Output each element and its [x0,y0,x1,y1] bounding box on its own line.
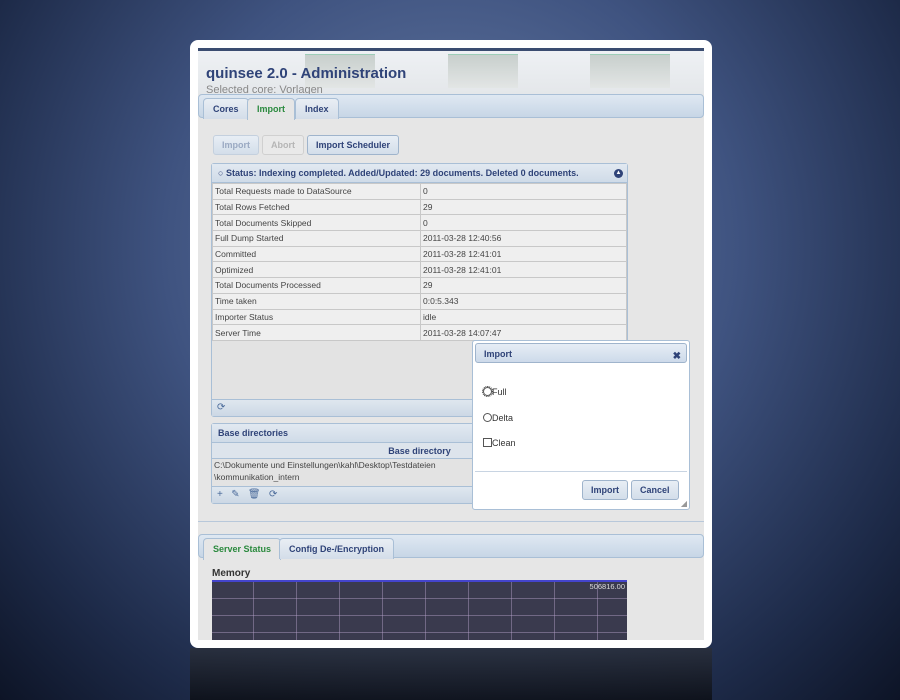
memory-chart: 506816.00 [212,580,627,640]
row-label: Time taken [212,292,421,310]
table-row: Importer Status idle [212,308,627,326]
checkbox-clean[interactable] [483,438,492,447]
row-value: 0 [420,183,627,200]
radio-delta[interactable] [483,413,492,422]
main-tabbar: Cores Import Index [198,94,704,120]
banner-photo [448,54,518,88]
row-value: 0:0:5.343 [420,292,627,310]
status-table: Total Requests made to DataSource 0 Total … [212,183,627,341]
row-label: Total Requests made to DataSource [212,183,421,200]
status-icon: ○ [218,168,226,178]
row-value: 2011-03-28 14:07:47 [420,324,627,341]
table-row: Server Time 2011-03-28 14:07:47 [212,324,627,341]
tab-cores[interactable]: Cores [203,98,249,119]
option-label: Clean [492,438,516,448]
bottom-tabbar: Server Status Config De-/Encryption [198,534,704,560]
close-icon[interactable]: ✖ [673,347,681,367]
memory-title: Memory [212,568,251,579]
resize-handle[interactable]: ◢ [681,499,687,508]
table-row: Total Requests made to DataSource 0 [212,183,627,200]
divider [198,521,704,522]
table-row: Total Rows Fetched 29 [212,198,627,216]
tab-server-status[interactable]: Server Status [203,538,282,560]
row-label: Full Dump Started [212,230,421,247]
row-label: Importer Status [212,308,421,326]
app-title: quinsee 2.0 - Administration [206,65,407,82]
option-clean[interactable]: Clean [483,438,516,448]
import-button[interactable]: Import [213,135,259,155]
row-label: Committed [212,245,421,263]
header-banner: quinsee 2.0 - Administration Selected co… [198,48,704,96]
table-row: Total Documents Skipped 0 [212,214,627,232]
status-header: ○ Status: Indexing completed. Added/Upda… [212,164,627,183]
row-value: 2011-03-28 12:41:01 [420,261,627,279]
row-value: 29 [420,198,627,216]
row-value: 0 [420,214,627,232]
table-row: Total Documents Processed 29 [212,277,627,294]
edit-icon[interactable]: ✎ [231,489,239,500]
table-row: Full Dump Started 2011-03-28 12:40:56 [212,230,627,247]
row-label: Server Time [212,324,421,341]
add-icon[interactable]: + [217,489,223,500]
banner-photo [590,54,670,88]
table-row: Time taken 0:0:5.343 [212,292,627,310]
delete-icon[interactable]: 🗑 [248,489,261,500]
row-value: 2011-03-28 12:40:56 [420,230,627,247]
table-row: Optimized 2011-03-28 12:41:01 [212,261,627,279]
dialog-title: Import [484,349,512,359]
row-value: 2011-03-28 12:41:01 [420,245,627,263]
option-label: Delta [492,413,514,423]
import-dialog: Import ✖ Full Delta Clean Import Cancel ◢ [472,340,690,510]
row-label: Optimized [212,261,421,279]
row-value: 29 [420,277,627,294]
option-label: Full [492,387,507,397]
refresh-icon[interactable]: ⟳ [269,489,277,500]
status-text: Status: Indexing completed. Added/Update… [225,168,579,178]
tab-import[interactable]: Import [247,98,295,120]
row-value: idle [420,308,627,326]
row-label: Total Documents Processed [212,277,421,294]
row-label: Total Rows Fetched [212,198,421,216]
table-row: Committed 2011-03-28 12:41:01 [212,245,627,263]
dialog-divider [475,471,687,472]
option-delta[interactable]: Delta [483,413,513,423]
tab-index[interactable]: Index [295,98,339,119]
memory-max-label: 506816.00 [589,582,625,591]
dialog-cancel-button[interactable]: Cancel [631,480,679,500]
row-label: Total Documents Skipped [212,214,421,232]
dialog-import-button[interactable]: Import [582,480,628,500]
radio-full[interactable] [482,386,493,397]
import-scheduler-button[interactable]: Import Scheduler [307,135,400,155]
tab-config-encryption[interactable]: Config De-/Encryption [279,538,394,559]
dialog-header: Import ✖ [475,343,687,363]
reflection [190,648,712,700]
abort-button[interactable]: Abort [262,135,304,155]
collapse-icon[interactable]: ▲ [614,169,623,178]
option-full[interactable]: Full [482,386,507,397]
